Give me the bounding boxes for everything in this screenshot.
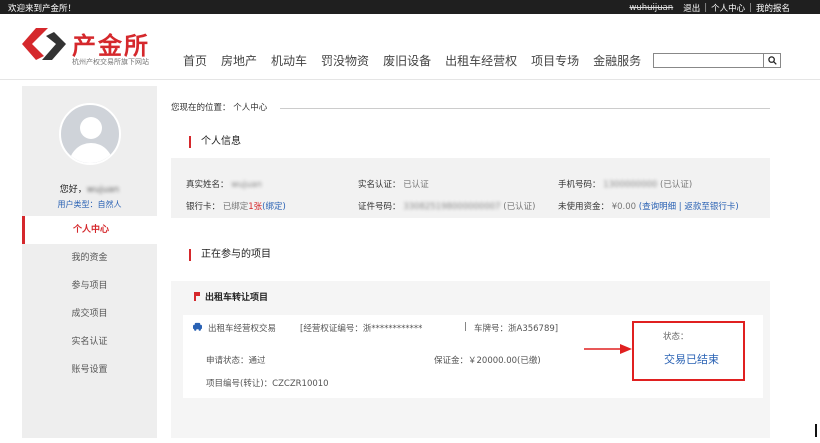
separator: | (749, 3, 752, 13)
status-label: 状态： (663, 332, 689, 342)
nav-project-special[interactable]: 项目专场 (531, 52, 579, 69)
avatar-head-icon (80, 117, 102, 139)
logo-subtitle: 杭州产权交易所旗下网站 (72, 58, 149, 66)
id-label: 证件号码： (358, 202, 401, 212)
search-button[interactable] (763, 54, 780, 67)
flag-icon (194, 292, 200, 301)
section-title-projects: 正在参与的项目 (189, 249, 271, 261)
phone-status: (已认证) (660, 180, 693, 190)
site-logo[interactable]: 产金所 杭州产权交易所旗下网站 (22, 24, 172, 70)
project-number: 项目编号(转让)：CZCZR10010 (206, 379, 329, 389)
welcome-text: 欢迎来到产金所！ (8, 4, 77, 14)
greeting-label: 您好， (59, 185, 87, 195)
logo-mark-icon (22, 28, 66, 60)
realname-auth-label: 实名认证： (358, 180, 401, 190)
plate-number: 车牌号：浙A356789] (474, 324, 559, 334)
realname-auth-value: 已认证 (403, 180, 429, 190)
greeting-name: wujuan (86, 185, 120, 195)
nav-confiscated[interactable]: 罚没物资 (321, 52, 369, 69)
sidebar-item-deals[interactable]: 成交项目 (22, 300, 157, 328)
main-nav: 首页 房地产 机动车 罚没物资 废旧设备 出租车经营权 项目专场 金融服务 (183, 52, 655, 69)
bank-count: 1张 (248, 202, 263, 212)
section-title-personal-info: 个人信息 (189, 136, 241, 148)
project-category-label: 出租车转让项目 (205, 293, 269, 303)
apply-status: 申请状态：通过 (206, 356, 266, 366)
real-name-row: 真实姓名： wujuan (186, 178, 262, 190)
bind-card-link[interactable]: (绑定) (262, 202, 286, 212)
sidebar-item-account-settings[interactable]: 账号设置 (22, 356, 157, 384)
real-name-label: 真实姓名： (186, 180, 229, 190)
project-name[interactable]: 出租车经营权交易 (208, 322, 276, 334)
search-input[interactable] (653, 53, 781, 68)
arrow-icon (584, 344, 632, 354)
search-icon (767, 56, 777, 65)
license-number: [经营权证编号：浙************ (300, 324, 423, 334)
id-row: 证件号码： 330825198000000007 (已认证) (358, 200, 535, 212)
top-links: wuhuijuan 退出 | 个人中心 | 我的报名 (629, 2, 790, 14)
nav-taxi-rights[interactable]: 出租车经营权 (445, 52, 517, 69)
greeting: 您好，wujuan (22, 182, 157, 195)
phone-value: 1300000000 (603, 180, 658, 190)
realname-auth-row: 实名认证： 已认证 (358, 178, 429, 190)
sidebar: 您好，wujuan 用户类型：自然人 个人中心 我的资金 参与项目 成交项目 实… (22, 86, 157, 438)
logo-name: 产金所 (72, 31, 150, 60)
logout-link[interactable]: 退出 (683, 2, 700, 14)
sidebar-item-my-funds[interactable]: 我的资金 (22, 244, 157, 272)
deposit: 保证金：￥20000.00(已缴) (434, 356, 541, 366)
breadcrumb: 您现在的位置： 个人中心 (171, 103, 268, 113)
project-category: 出租车转让项目 (194, 290, 268, 303)
phone-label: 手机号码： (558, 180, 601, 190)
nav-home[interactable]: 首页 (183, 52, 207, 69)
header-divider (0, 79, 820, 80)
bank-label: 银行卡： (186, 202, 221, 212)
breadcrumb-divider (280, 108, 770, 109)
bank-row: 银行卡： 已绑定1张(绑定) (186, 200, 286, 212)
phone-row: 手机号码： 1300000000 (已认证) (558, 178, 692, 190)
card-divider: | (464, 322, 467, 332)
username: wuhuijuan (629, 3, 674, 13)
unused-funds-label: 未使用资金： (558, 202, 610, 212)
real-name-value: wujuan (231, 180, 262, 190)
personal-center-link[interactable]: 个人中心 (711, 2, 745, 14)
side-menu: 个人中心 我的资金 参与项目 成交项目 实名认证 账号设置 (22, 216, 157, 384)
nav-vehicles[interactable]: 机动车 (271, 52, 307, 69)
avatar-body-icon (69, 143, 113, 163)
nav-used-equipment[interactable]: 废旧设备 (383, 52, 431, 69)
sidebar-item-joined-projects[interactable]: 参与项目 (22, 272, 157, 300)
status-value[interactable]: 交易已结束 (664, 351, 719, 367)
bank-value: 已绑定 (222, 202, 249, 212)
top-bar: 欢迎来到产金所！ wuhuijuan 退出 | 个人中心 | 我的报名 (0, 0, 820, 14)
nav-real-estate[interactable]: 房地产 (221, 52, 257, 69)
car-icon (193, 322, 202, 331)
id-value: 330825198000000007 (403, 202, 501, 212)
my-report-link[interactable]: 我的报名 (756, 2, 790, 14)
id-status: (已认证) (503, 202, 536, 212)
avatar (59, 103, 121, 165)
sidebar-item-personal-center[interactable]: 个人中心 (22, 216, 157, 244)
user-type: 用户类型：自然人 (57, 200, 122, 209)
sidebar-item-verification[interactable]: 实名认证 (22, 328, 157, 356)
separator: | (704, 3, 708, 13)
nav-finance[interactable]: 金融服务 (593, 52, 641, 69)
unused-funds-value: ¥0.00 (611, 202, 637, 212)
funds-links[interactable]: (查询明细 | 返款至银行卡) (639, 202, 739, 212)
unused-funds-row: 未使用资金： ¥0.00 (查询明细 | 返款至银行卡) (558, 200, 739, 212)
text-cursor-icon (815, 424, 817, 437)
